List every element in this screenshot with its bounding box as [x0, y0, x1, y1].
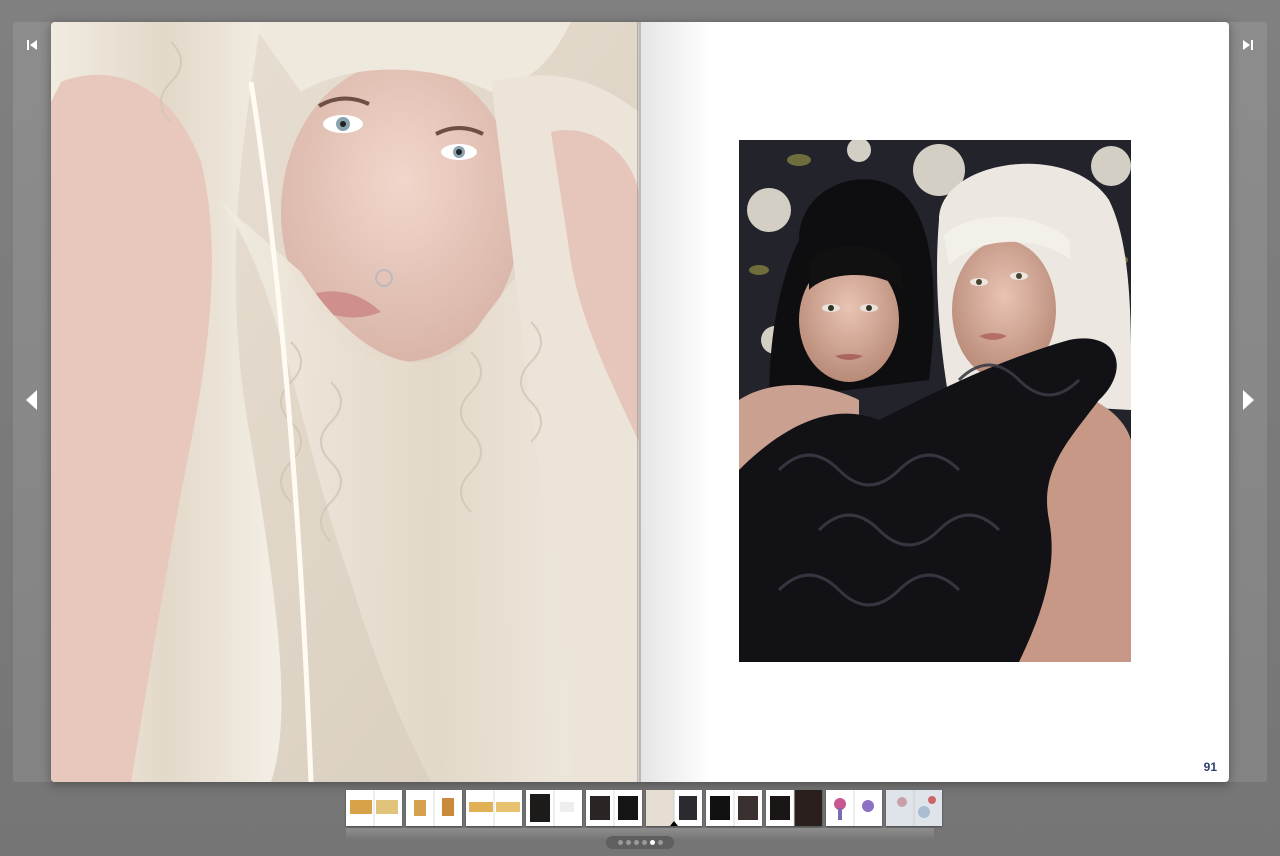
thumbnail-strip — [346, 790, 946, 828]
right-page[interactable]: 91 — [641, 22, 1229, 782]
flipbook-viewer: 91 — [0, 0, 1280, 856]
pager-dot-2[interactable] — [625, 840, 631, 845]
thumbnail-spread-3[interactable] — [466, 790, 522, 826]
left-nav-strip — [13, 22, 51, 782]
page-number: 91 — [1203, 760, 1217, 774]
previous-page-icon[interactable] — [26, 390, 38, 415]
left-page[interactable] — [51, 22, 639, 782]
two-women-portrait-photo — [739, 140, 1131, 662]
skip-to-last-icon[interactable] — [1242, 38, 1254, 56]
next-page-icon[interactable] — [1242, 390, 1254, 415]
thumbnail-spread-2[interactable] — [406, 790, 462, 826]
pager-dot-1[interactable] — [617, 840, 623, 845]
page-fold-shadow — [641, 22, 711, 782]
right-nav-strip — [1229, 22, 1267, 782]
thumbnail-spread-10[interactable] — [886, 790, 942, 826]
thumbnail-spread-8[interactable] — [766, 790, 822, 826]
pager-dot-4[interactable] — [641, 840, 647, 845]
pager-dot-3[interactable] — [633, 840, 639, 845]
thumbnail-spread-4[interactable] — [526, 790, 582, 826]
thumbnail-pager — [606, 836, 674, 849]
skip-to-first-icon[interactable] — [26, 38, 38, 56]
pager-dot-5[interactable] — [649, 840, 655, 845]
thumbnail-spread-7[interactable] — [706, 790, 762, 826]
thumbnail-spread-5[interactable] — [586, 790, 642, 826]
pager-dot-6[interactable] — [657, 840, 663, 845]
portrait-veil-photo — [51, 22, 639, 782]
book-spread: 91 — [51, 22, 1229, 782]
thumbnail-spread-1[interactable] — [346, 790, 402, 826]
thumbnail-spread-6[interactable] — [646, 790, 702, 826]
thumbnail-spread-9[interactable] — [826, 790, 882, 826]
